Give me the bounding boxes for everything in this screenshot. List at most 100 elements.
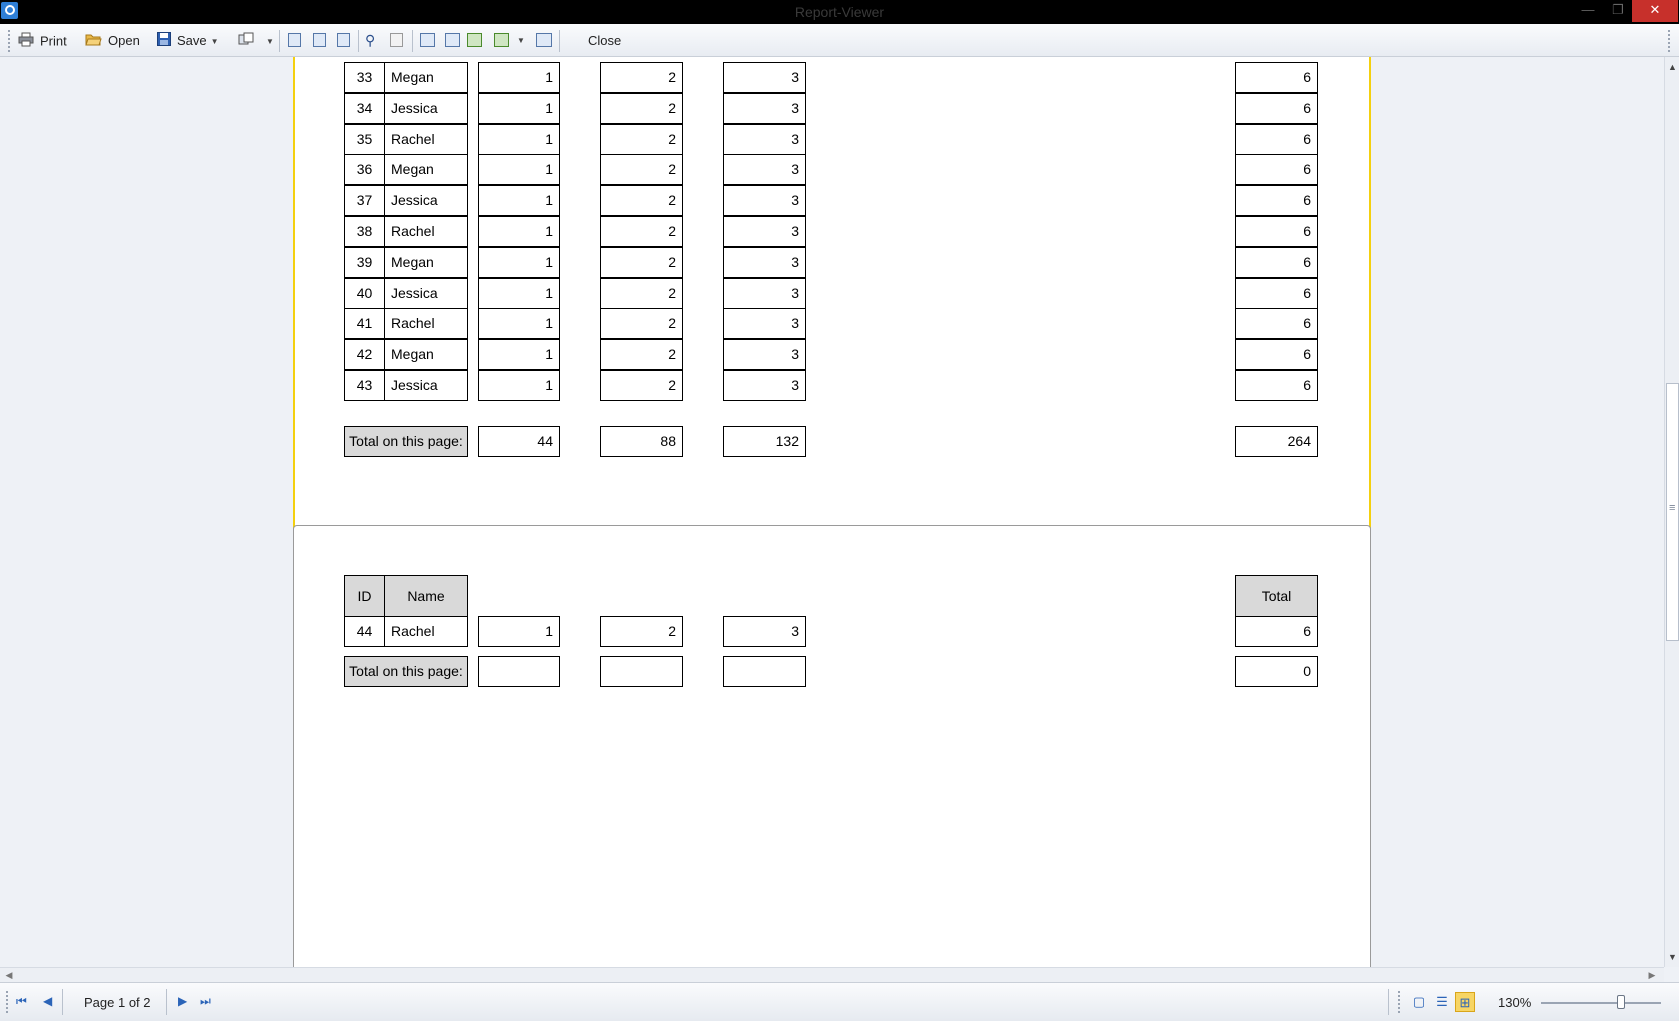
full-screen-icon[interactable]: [536, 33, 552, 47]
zoom-slider-thumb[interactable]: [1617, 995, 1625, 1009]
prev-page-icon[interactable]: ◀: [43, 994, 52, 1008]
first-page-icon[interactable]: ⏮: [16, 994, 27, 1009]
minimize-button[interactable]: —: [1576, 0, 1600, 22]
cell-total: 6: [1235, 216, 1318, 247]
cell-v3: 3: [723, 93, 806, 124]
cell-id: 35: [344, 124, 385, 155]
statusbar-separator: [166, 989, 167, 1015]
page-total-v2: [600, 656, 683, 687]
cell-name: Rachel: [384, 124, 468, 155]
cell-v3: 3: [723, 370, 806, 401]
cell-v2: 2: [600, 278, 683, 309]
statusbar-grip: [1398, 991, 1403, 1013]
chevron-down-icon[interactable]: ▼: [266, 33, 274, 51]
cell-v1: 1: [478, 93, 560, 124]
multi-page-view-icon[interactable]: ⊞: [1455, 992, 1475, 1012]
cell-v1: 1: [478, 124, 560, 155]
cell-total: 6: [1235, 154, 1318, 185]
toolbar: Print Open Save ▼ ▼ ⚲ ▼ Close: [0, 24, 1679, 57]
header-name: Name: [384, 575, 468, 617]
page-total-total: 264: [1235, 426, 1318, 457]
print-label: Print: [40, 33, 67, 49]
toolbar-separator: [279, 30, 280, 52]
scroll-down-icon[interactable]: ▼: [1665, 950, 1679, 965]
cell-v1: 1: [478, 154, 560, 185]
scroll-up-icon[interactable]: ▲: [1665, 60, 1679, 75]
cell-id: 39: [344, 247, 385, 278]
grid-view-icon[interactable]: [494, 33, 509, 47]
cell-v2: 2: [600, 216, 683, 247]
cell-id: 33: [344, 62, 385, 93]
cell-id: 43: [344, 370, 385, 401]
page-total-v2: 88: [600, 426, 683, 457]
save-button[interactable]: Save ▼: [157, 32, 219, 50]
cell-v2: 2: [600, 124, 683, 155]
cell-v3: 3: [723, 216, 806, 247]
last-page-icon[interactable]: ⏭: [200, 994, 211, 1009]
two-page-icon[interactable]: [445, 33, 460, 47]
scroll-right-icon[interactable]: ▶: [1645, 968, 1659, 982]
open-button[interactable]: Open: [85, 32, 140, 50]
page-total-v3: 132: [723, 426, 806, 457]
continuous-view-icon[interactable]: ☰: [1432, 992, 1452, 1012]
export-button[interactable]: ▼: [238, 32, 274, 50]
text-search-icon[interactable]: [390, 33, 403, 47]
cell-id: 38: [344, 216, 385, 247]
next-page-icon[interactable]: ▶: [178, 994, 187, 1008]
outline-icon[interactable]: [337, 33, 350, 47]
toolbar-separator: [358, 30, 359, 52]
page-total-label: Total on this page:: [344, 426, 468, 457]
vertical-scrollbar[interactable]: ▲ ▼: [1664, 57, 1679, 967]
close-report-button[interactable]: Close: [588, 32, 621, 50]
zoom-level: 130%: [1498, 995, 1532, 1010]
cell-v2: 2: [600, 616, 683, 647]
cell-name: Jessica: [384, 185, 468, 216]
cell-v3: 3: [723, 124, 806, 155]
multi-page-icon[interactable]: [467, 33, 482, 47]
page-properties-icon[interactable]: [313, 33, 326, 47]
cell-v1: 1: [478, 278, 560, 309]
cell-total: 6: [1235, 370, 1318, 401]
chevron-down-icon[interactable]: ▼: [211, 33, 219, 51]
zoom-slider-track[interactable]: [1541, 1002, 1661, 1004]
scroll-left-icon[interactable]: ◀: [2, 968, 16, 982]
report-viewport[interactable]: 33 Megan 1 2 3 6 34 Jessica 1 2 3 6 35 Rachel 1 2 3 6 36 Me…: [0, 57, 1664, 967]
cell-name: Jessica: [384, 278, 468, 309]
page-total-v3: [723, 656, 806, 687]
page-total-label: Total on this page:: [344, 656, 468, 687]
title-bar: Report-Viewer — ❐ ✕: [0, 0, 1679, 24]
cell-v2: 2: [600, 93, 683, 124]
open-label: Open: [108, 33, 140, 48]
cell-total: 6: [1235, 124, 1318, 155]
cell-id: 44: [344, 616, 385, 647]
close-window-button[interactable]: ✕: [1632, 0, 1678, 22]
cell-v3: 3: [723, 278, 806, 309]
cell-id: 40: [344, 278, 385, 309]
cell-total: 6: [1235, 185, 1318, 216]
single-page-view-icon[interactable]: ▢: [1409, 992, 1429, 1012]
maximize-button[interactable]: ❐: [1606, 0, 1630, 22]
cell-name: Megan: [384, 154, 468, 185]
page-total-v1: 44: [478, 426, 560, 457]
cell-id: 34: [344, 93, 385, 124]
toolbar-grip[interactable]: [8, 30, 13, 52]
cell-v1: 1: [478, 62, 560, 93]
print-button[interactable]: Print: [18, 32, 67, 50]
cell-v3: 3: [723, 154, 806, 185]
chevron-down-icon[interactable]: ▼: [517, 36, 525, 45]
toolbar-grip-end: [1668, 30, 1673, 52]
cell-v2: 2: [600, 247, 683, 278]
scroll-thumb[interactable]: [1666, 383, 1679, 641]
cell-v2: 2: [600, 308, 683, 339]
cell-name: Rachel: [384, 308, 468, 339]
cell-v3: 3: [723, 185, 806, 216]
horizontal-scrollbar[interactable]: ◀ ▶: [0, 967, 1664, 982]
save-disk-icon: [157, 32, 171, 51]
find-icon[interactable]: ⚲: [365, 31, 375, 49]
statusbar-grip: [6, 991, 11, 1013]
cell-v3: 3: [723, 62, 806, 93]
cell-name: Megan: [384, 339, 468, 370]
page-total-v1: [478, 656, 560, 687]
page-setup-icon[interactable]: [288, 33, 301, 47]
single-page-icon[interactable]: [420, 33, 435, 47]
